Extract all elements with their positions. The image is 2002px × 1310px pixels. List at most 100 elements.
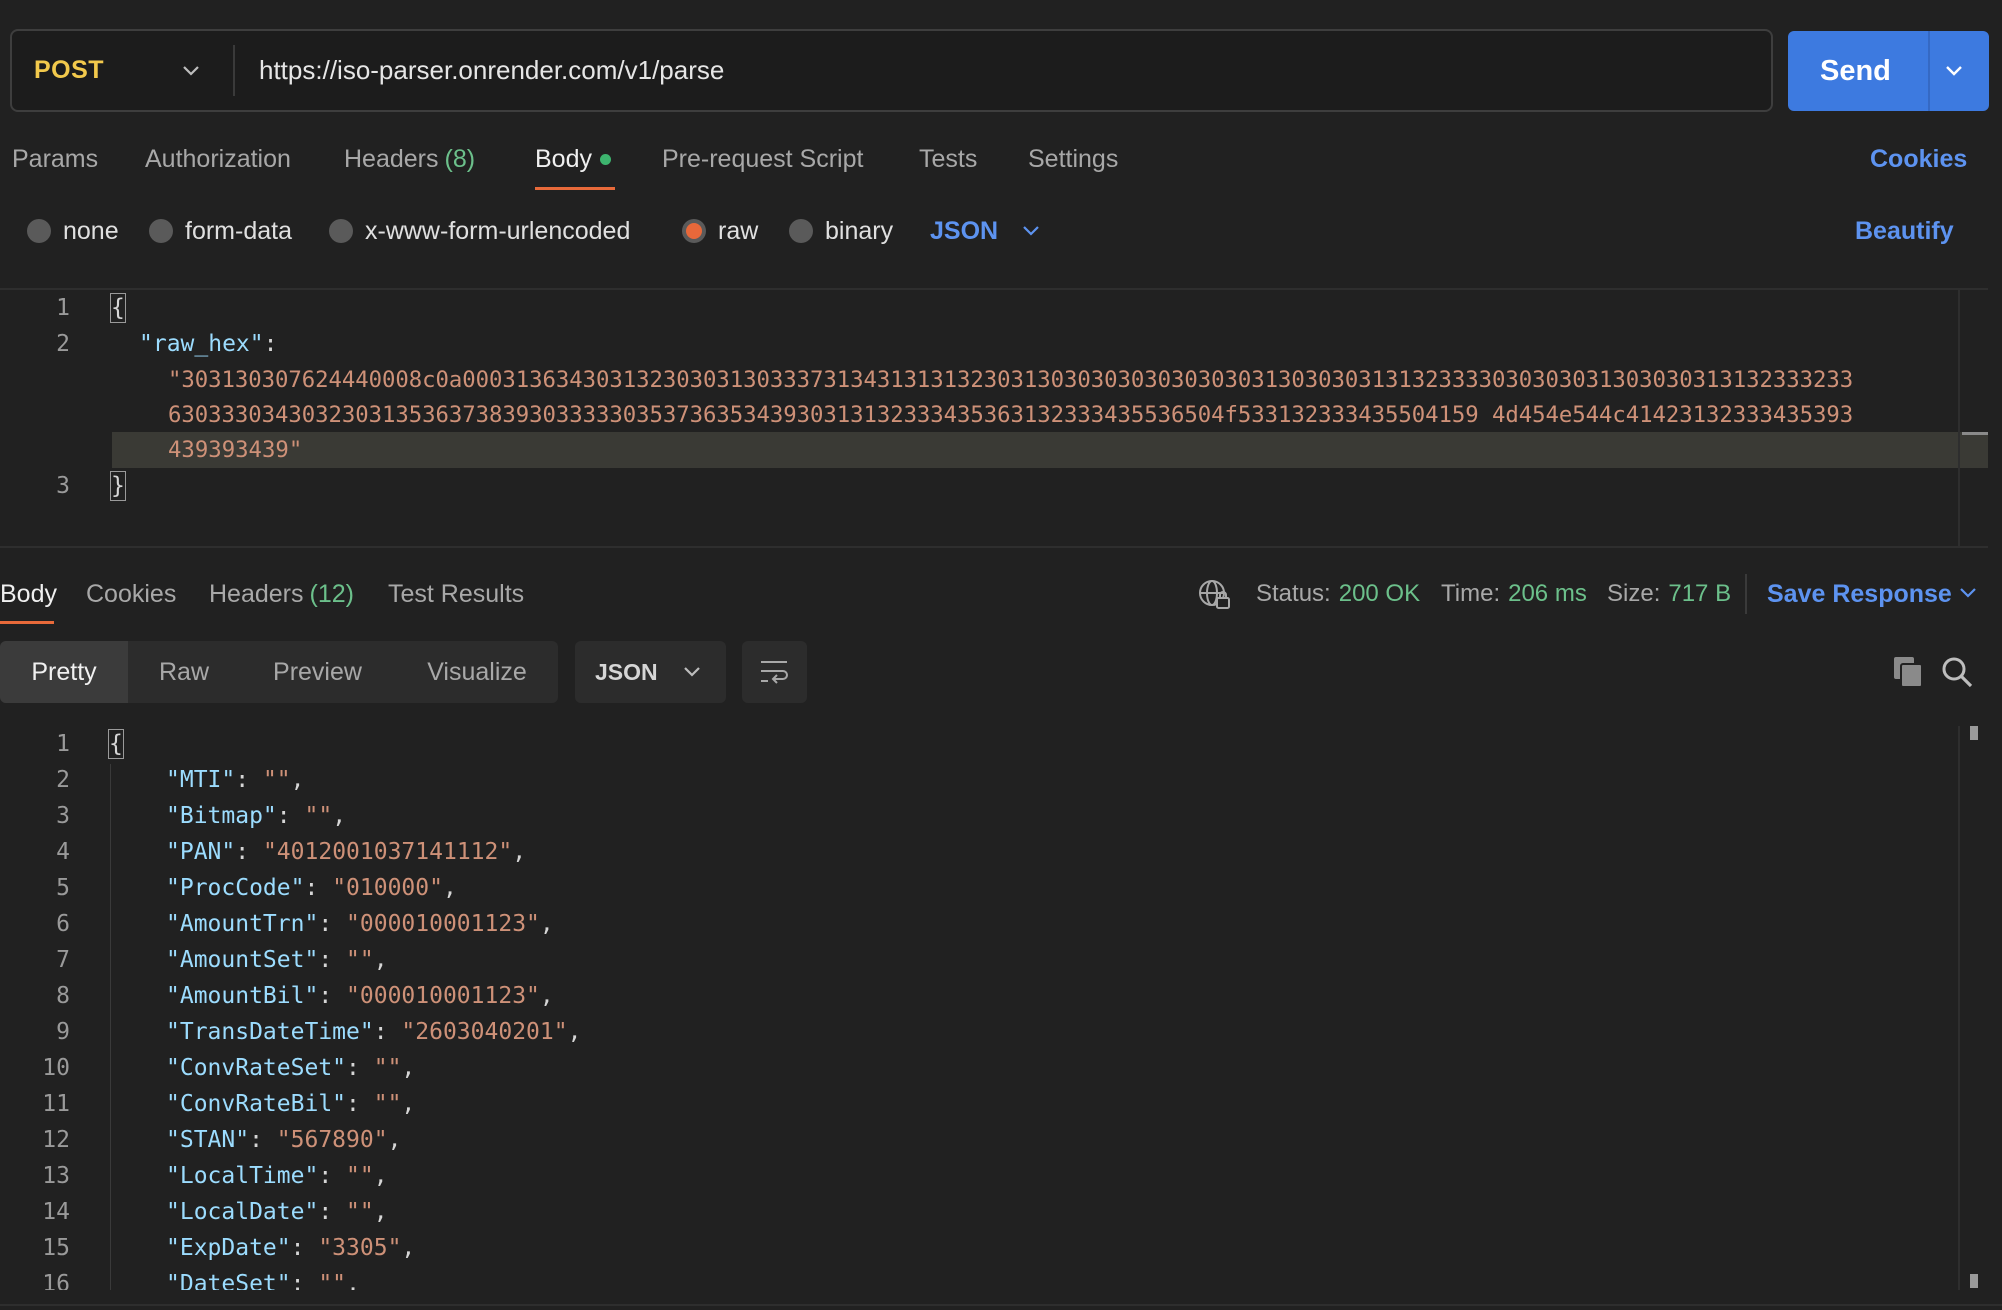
line-number: 6 (56, 911, 70, 937)
radio-circle-icon (27, 219, 51, 243)
colon: : (290, 1235, 319, 1261)
body-format-select[interactable]: JSON (930, 213, 998, 249)
resp-tab-cookies[interactable]: Cookies (86, 573, 176, 615)
line-number: 12 (42, 1127, 70, 1153)
json-entry: "LocalTime": "", (166, 1158, 388, 1194)
json-entry: "AmountBil": "000010001123", (166, 978, 554, 1014)
save-response-button[interactable]: Save Response (1767, 573, 1952, 615)
json-value: "" (346, 947, 374, 973)
view-raw[interactable]: Raw (128, 641, 240, 703)
json-key: "Bitmap" (166, 803, 277, 829)
tab-headers[interactable]: Headers (8) (344, 138, 475, 180)
resp-tab-headers[interactable]: Headers (12) (209, 573, 354, 615)
divider (1745, 574, 1747, 614)
line-number: 2 (56, 331, 70, 357)
chevron-down-icon[interactable] (1955, 580, 1981, 606)
size-readout: Size: 717 B (1607, 573, 1731, 615)
response-body-viewer[interactable]: 1 { 2 "MTI": "", 3 "Bitmap": "", 4 "PAN": "40… (0, 726, 1988, 1290)
scrollbar-thumb[interactable] (1962, 432, 1988, 435)
radio-circle-icon (149, 219, 173, 243)
beautify-button[interactable]: Beautify (1855, 213, 1954, 249)
scrollbar-track[interactable] (1958, 290, 1960, 546)
colon: : (276, 803, 305, 829)
json-value: "" (373, 1091, 402, 1117)
response-format-select[interactable]: JSON (575, 641, 726, 703)
json-value: "" (373, 1055, 402, 1081)
tab-label: Body (535, 144, 592, 173)
send-button[interactable]: Send (1788, 31, 1989, 111)
chevron-down-icon[interactable] (1018, 218, 1044, 244)
chevron-down-icon[interactable] (1940, 57, 1968, 85)
send-label: Send (1820, 54, 1891, 87)
cookies-link[interactable]: Cookies (1870, 138, 1967, 180)
colon: : (373, 1019, 402, 1045)
line-number: 8 (56, 983, 70, 1009)
json-value: "" (346, 1199, 374, 1225)
json-key: "AmountBil" (166, 983, 319, 1009)
scrollbar-marker (1970, 726, 1978, 740)
tab-body[interactable]: Body (535, 138, 611, 180)
active-tab-indicator (535, 187, 615, 190)
json-value: "000010001123" (346, 911, 540, 937)
wrap-lines-button[interactable] (742, 641, 807, 703)
tab-authorization[interactable]: Authorization (145, 138, 291, 180)
line-number: 1 (56, 731, 70, 757)
resp-tab-body[interactable]: Body (0, 573, 57, 615)
active-line-highlight (112, 432, 1988, 468)
json-key: "ProcCode" (166, 875, 305, 901)
method-select[interactable]: POST (34, 31, 104, 110)
radio-none[interactable]: none (27, 217, 119, 245)
chevron-down-icon (684, 667, 700, 677)
json-key: "PAN" (166, 839, 236, 865)
search-icon[interactable] (1940, 655, 1974, 689)
json-entry: "MTI": "", (166, 762, 305, 798)
radio-binary[interactable]: binary (789, 217, 893, 245)
resp-tab-test-results[interactable]: Test Results (388, 573, 524, 615)
radio-circle-icon (789, 219, 813, 243)
url-input[interactable]: https://iso-parser.onrender.com/v1/parse (259, 31, 1739, 110)
tab-params[interactable]: Params (12, 138, 98, 180)
colon: : (318, 1163, 347, 1189)
tab-label: Headers (344, 144, 439, 173)
time-readout: Time: 206 ms (1441, 573, 1587, 615)
radio-raw[interactable]: raw (682, 217, 758, 245)
json-entry: "ConvRateSet": "", (166, 1050, 415, 1086)
comma: , (401, 1091, 416, 1117)
modified-dot-icon (599, 153, 611, 165)
url-bar: POST https://iso-parser.onrender.com/v1/… (10, 29, 1773, 112)
comma: , (539, 911, 554, 937)
line-number: 13 (42, 1163, 70, 1189)
active-tab-indicator (0, 621, 54, 624)
tab-tests[interactable]: Tests (919, 138, 977, 180)
line-number: 7 (56, 947, 70, 973)
radio-urlencoded[interactable]: x-www-form-urlencoded (329, 217, 630, 245)
view-visualize[interactable]: Visualize (410, 641, 544, 703)
tab-pre-request-script[interactable]: Pre-request Script (662, 138, 863, 180)
comma: , (373, 1163, 388, 1189)
view-pretty[interactable]: Pretty (0, 641, 128, 703)
view-preview[interactable]: Preview (250, 641, 385, 703)
json-entry: "AmountTrn": "000010001123", (166, 906, 554, 942)
radio-label: raw (718, 216, 759, 245)
json-entry: "PAN": "4012001037141112", (166, 834, 526, 870)
colon: : (318, 947, 347, 973)
status-readout: Status: 200 OK (1256, 573, 1420, 615)
line-number: 10 (42, 1055, 70, 1081)
divider (1928, 31, 1930, 111)
scrollbar-track[interactable] (1958, 726, 1960, 1290)
line-number: 15 (42, 1235, 70, 1261)
network-globe-icon[interactable] (1196, 576, 1232, 612)
copy-icon[interactable] (1892, 655, 1924, 689)
divider (0, 1304, 2002, 1306)
tab-settings[interactable]: Settings (1028, 138, 1118, 180)
colon: : (346, 1055, 374, 1081)
json-value: "303130307624440008c0a000313634303132303… (168, 367, 1854, 393)
code-line: { (108, 726, 124, 762)
json-entry: "ConvRateBil": "", (166, 1086, 415, 1122)
colon: : (346, 1091, 374, 1117)
line-number: 4 (56, 839, 70, 865)
comma: , (401, 1055, 416, 1081)
radio-form-data[interactable]: form-data (149, 217, 292, 245)
close-brace: } (110, 471, 126, 501)
chevron-down-icon[interactable] (177, 57, 205, 85)
